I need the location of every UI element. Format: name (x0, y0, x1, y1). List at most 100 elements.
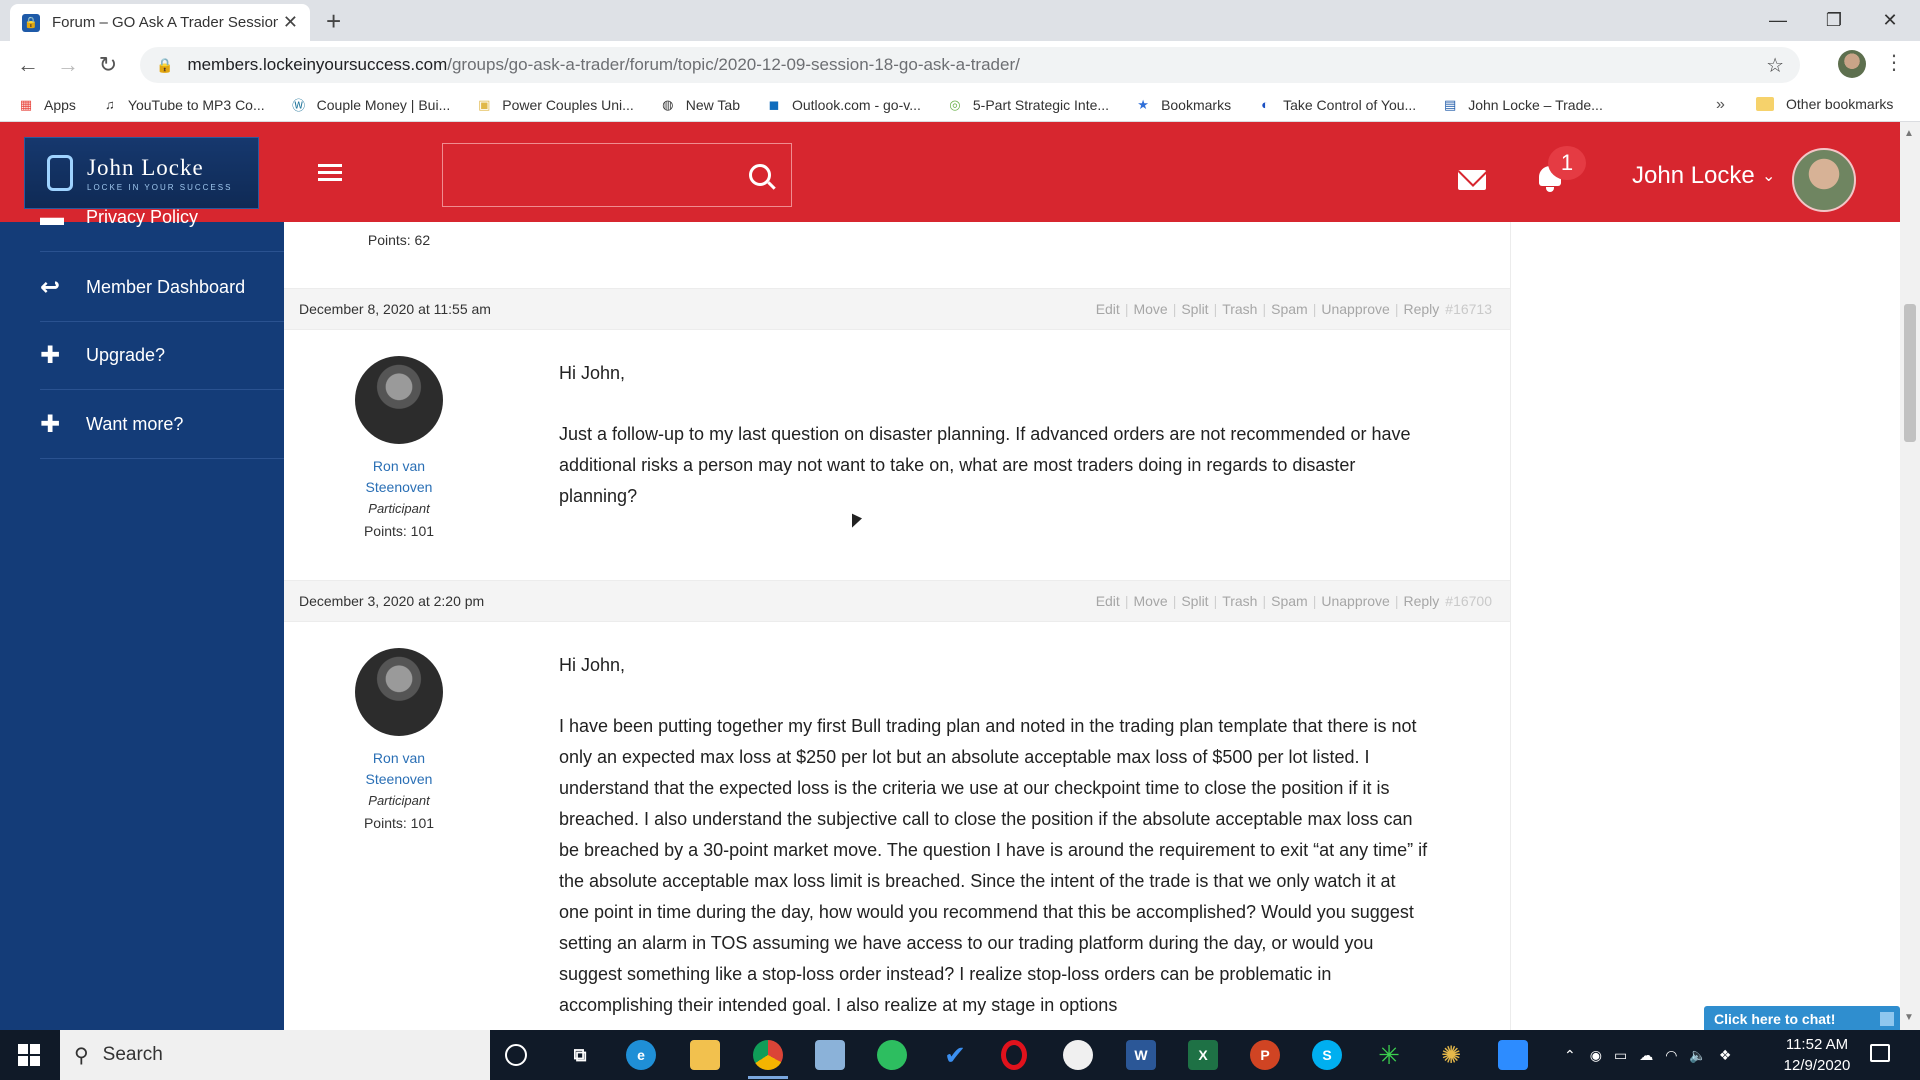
move-link[interactable]: Move (1133, 593, 1167, 609)
trash-link[interactable]: Trash (1222, 593, 1257, 609)
zoom-icon[interactable] (1498, 1040, 1528, 1070)
bookmark-power-couples[interactable]: ▣ Power Couples Uni... (476, 97, 634, 113)
ant-icon[interactable]: ✺ (1436, 1040, 1466, 1070)
unapprove-link[interactable]: Unapprove (1321, 301, 1390, 317)
taskbar-search[interactable]: ⚲ Search (60, 1030, 490, 1080)
lock-icon[interactable]: 🔒 (156, 57, 173, 74)
todo-icon[interactable]: ✔ (940, 1040, 970, 1070)
reload-icon[interactable]: ↻ (94, 51, 122, 79)
split-link[interactable]: Split (1181, 593, 1208, 609)
split-link[interactable]: Split (1181, 301, 1208, 317)
chevron-down-icon[interactable]: ⌄ (1762, 166, 1775, 186)
browser-tab[interactable]: 🔒 Forum – GO Ask A Trader Session ✕ (10, 4, 310, 41)
bookmark-new-tab[interactable]: ◍ New Tab (660, 97, 740, 113)
spam-link[interactable]: Spam (1271, 301, 1308, 317)
wifi-icon[interactable]: ◠ (1665, 1047, 1677, 1064)
task-view-icon[interactable]: ⧉ (565, 1040, 595, 1070)
user-menu-name[interactable]: John Locke (1632, 162, 1755, 190)
tray-overflow-icon[interactable]: ⌃ (1564, 1047, 1576, 1064)
author-name-last[interactable]: Steenoven (324, 477, 474, 498)
bookmark-strategic[interactable]: ◎ 5-Part Strategic Inte... (947, 97, 1109, 113)
bookmark-bookmarks[interactable]: ★ Bookmarks (1135, 97, 1231, 113)
cortana-icon[interactable] (505, 1044, 527, 1066)
bookmark-star-icon[interactable]: ☆ (1766, 53, 1784, 78)
author-name-first[interactable]: Ron van (324, 456, 474, 477)
edit-link[interactable]: Edit (1096, 593, 1120, 609)
other-bookmarks-folder[interactable]: Other bookmarks (1756, 96, 1893, 112)
notification-count-badge[interactable]: 1 (1548, 146, 1586, 180)
user-avatar[interactable] (1792, 148, 1856, 212)
skype-icon[interactable]: S (1312, 1040, 1342, 1070)
chat-minimize-icon[interactable] (1880, 1012, 1894, 1026)
author-name-first[interactable]: Ron van (324, 748, 474, 769)
forward-arrow-icon[interactable]: → (54, 51, 82, 79)
dropbox-icon[interactable]: ❖ (1719, 1047, 1732, 1064)
reply-link[interactable]: Reply (1403, 593, 1439, 609)
powerpoint-icon[interactable]: P (1250, 1040, 1280, 1070)
bookmark-john-locke[interactable]: ▤ John Locke – Trade... (1442, 97, 1603, 113)
battery-icon[interactable]: ▭ (1614, 1047, 1627, 1064)
move-link[interactable]: Move (1133, 301, 1167, 317)
author-name-last[interactable]: Steenoven (324, 769, 474, 790)
profile-avatar-icon[interactable] (1838, 50, 1866, 78)
action-center-icon[interactable] (1870, 1044, 1890, 1062)
spam-link[interactable]: Spam (1271, 593, 1308, 609)
bookmark-outlook[interactable]: ◼ Outlook.com - go-v... (766, 97, 921, 113)
evernote-icon[interactable] (877, 1040, 907, 1070)
close-window-button[interactable]: ✕ (1862, 0, 1918, 41)
scroll-down-arrow-icon[interactable]: ▼ (1904, 1012, 1914, 1023)
trash-link[interactable]: Trash (1222, 301, 1257, 317)
spark-icon[interactable]: ✳ (1374, 1040, 1404, 1070)
windows-start-icon[interactable] (18, 1044, 40, 1066)
scroll-up-arrow-icon[interactable]: ▲ (1904, 128, 1914, 139)
sidebar-item-privacy-policy[interactable]: ▬ Privacy Policy (40, 184, 284, 252)
author-avatar[interactable] (355, 648, 443, 736)
excel-icon[interactable]: X (1188, 1040, 1218, 1070)
browser-menu-icon[interactable]: ⋮ (1884, 50, 1904, 75)
sidebar-item-want-more[interactable]: ✚ Want more? (40, 391, 284, 459)
edit-link[interactable]: Edit (1096, 301, 1120, 317)
reply-paragraph: Hi John, (559, 363, 626, 383)
restore-button[interactable]: ❐ (1806, 0, 1862, 41)
bookmark-apps[interactable]: ▦ Apps (18, 97, 76, 113)
edge-icon[interactable]: e (626, 1040, 656, 1070)
search-icon[interactable] (749, 164, 771, 186)
bookmark-take-control[interactable]: ◐ Take Control of You... (1257, 97, 1416, 113)
chrome-icon[interactable] (753, 1040, 783, 1070)
taskbar-clock[interactable]: 11:52 AM 12/9/2020 (1772, 1034, 1862, 1076)
url-path: /groups/go-ask-a-trader/forum/topic/2020… (447, 55, 1020, 74)
sidebar-item-member-dashboard[interactable]: ↩ Member Dashboard (40, 254, 284, 322)
word-icon[interactable]: W (1126, 1040, 1156, 1070)
chat-button[interactable]: Click here to chat! (1704, 1006, 1900, 1032)
unapprove-link[interactable]: Unapprove (1321, 593, 1390, 609)
address-bar[interactable]: 🔒 members.lockeinyoursuccess.com/groups/… (140, 47, 1800, 83)
reply-header: December 8, 2020 at 11:55 am Edit | Move |… (284, 288, 1510, 330)
close-tab-icon[interactable]: ✕ (283, 12, 298, 33)
reply-permalink[interactable]: #16700 (1445, 593, 1492, 609)
minimize-button[interactable]: — (1750, 0, 1806, 41)
bookmarks-overflow-button[interactable]: » (1716, 96, 1725, 114)
page-scrollbar[interactable]: ▲ ▼ (1900, 122, 1920, 1030)
site-search-input[interactable] (443, 144, 733, 206)
scrollbar-thumb[interactable] (1904, 304, 1916, 442)
opera-icon[interactable] (1001, 1040, 1027, 1070)
tray-app-icon[interactable]: ◉ (1590, 1047, 1602, 1064)
reply-admin-links: Edit | Move | Split | Trash | Spam | Unapprov… (1095, 301, 1492, 317)
messages-envelope-icon[interactable] (1458, 170, 1486, 190)
bookmark-youtube-mp3[interactable]: ♫ YouTube to MP3 Co... (102, 97, 265, 113)
site-favicon-icon: 🔒 (22, 13, 40, 32)
reply-content: Hi John, Just a follow-up to my last que… (559, 358, 1429, 542)
reply-link[interactable]: Reply (1403, 301, 1439, 317)
bookmark-couple-money[interactable]: Ⓦ Couple Money | Bui... (291, 97, 450, 114)
reply-permalink[interactable]: #16713 (1445, 301, 1492, 317)
new-tab-button[interactable]: + (326, 6, 341, 37)
author-avatar[interactable] (355, 356, 443, 444)
sidebar-item-upgrade[interactable]: ✚ Upgrade? (40, 322, 284, 390)
back-arrow-icon[interactable]: ← (14, 51, 42, 79)
hamburger-menu-icon[interactable] (318, 164, 342, 182)
photos-icon[interactable] (1063, 1040, 1093, 1070)
volume-icon[interactable]: 🔈 (1689, 1047, 1706, 1064)
file-explorer-icon[interactable] (690, 1040, 720, 1070)
notepad-icon[interactable] (815, 1040, 845, 1070)
onedrive-cloud-icon[interactable]: ☁ (1639, 1047, 1653, 1064)
